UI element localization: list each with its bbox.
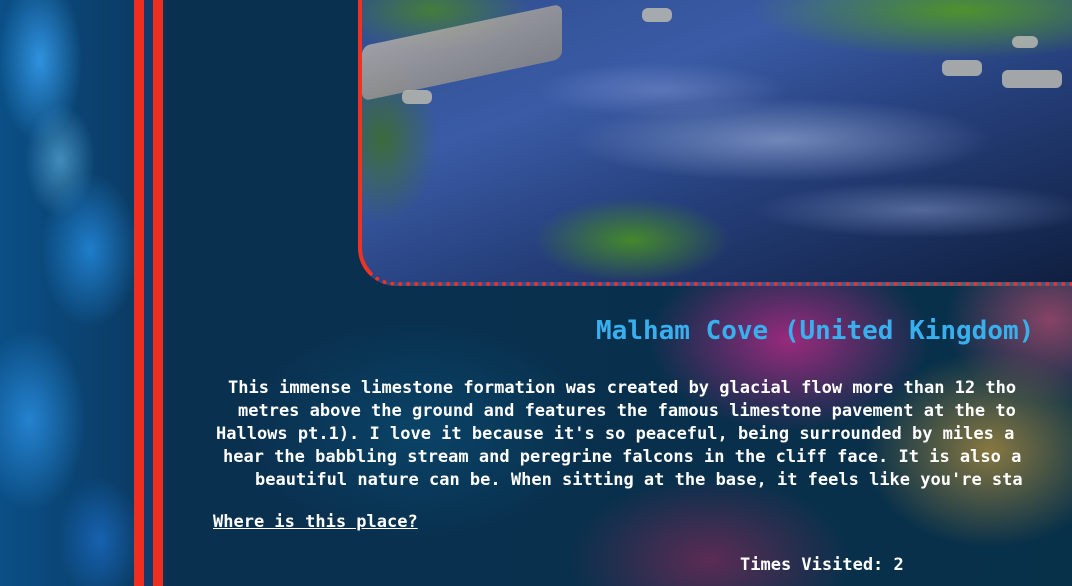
description-line: metres above the ground and features the… [238, 401, 1016, 421]
photo-rock [402, 90, 432, 104]
photo-rock [642, 8, 672, 22]
description-line: This immense limestone formation was cre… [228, 378, 1017, 398]
place-photo [358, 0, 1072, 286]
red-stripe-right [153, 0, 163, 586]
photo-rock [1012, 36, 1038, 48]
place-description: This immense limestone formation was cre… [212, 377, 1072, 492]
photo-path [362, 3, 562, 102]
description-line: hear the babbling stream and peregrine f… [223, 447, 1022, 467]
stripe-gap [144, 0, 153, 586]
description-line: beautiful nature can be. When sitting at… [255, 470, 1023, 490]
photo-rock [1002, 70, 1062, 88]
times-visited-counter: Times Visited: 2 [740, 555, 904, 575]
red-stripe-left [134, 0, 144, 586]
description-line: Hallows pt.1). I love it because it's so… [216, 424, 1015, 444]
place-title: Malham Cove (United Kingdom) [596, 316, 1035, 346]
photo-rock [942, 60, 982, 76]
where-is-this-place-link[interactable]: Where is this place? [213, 512, 418, 532]
